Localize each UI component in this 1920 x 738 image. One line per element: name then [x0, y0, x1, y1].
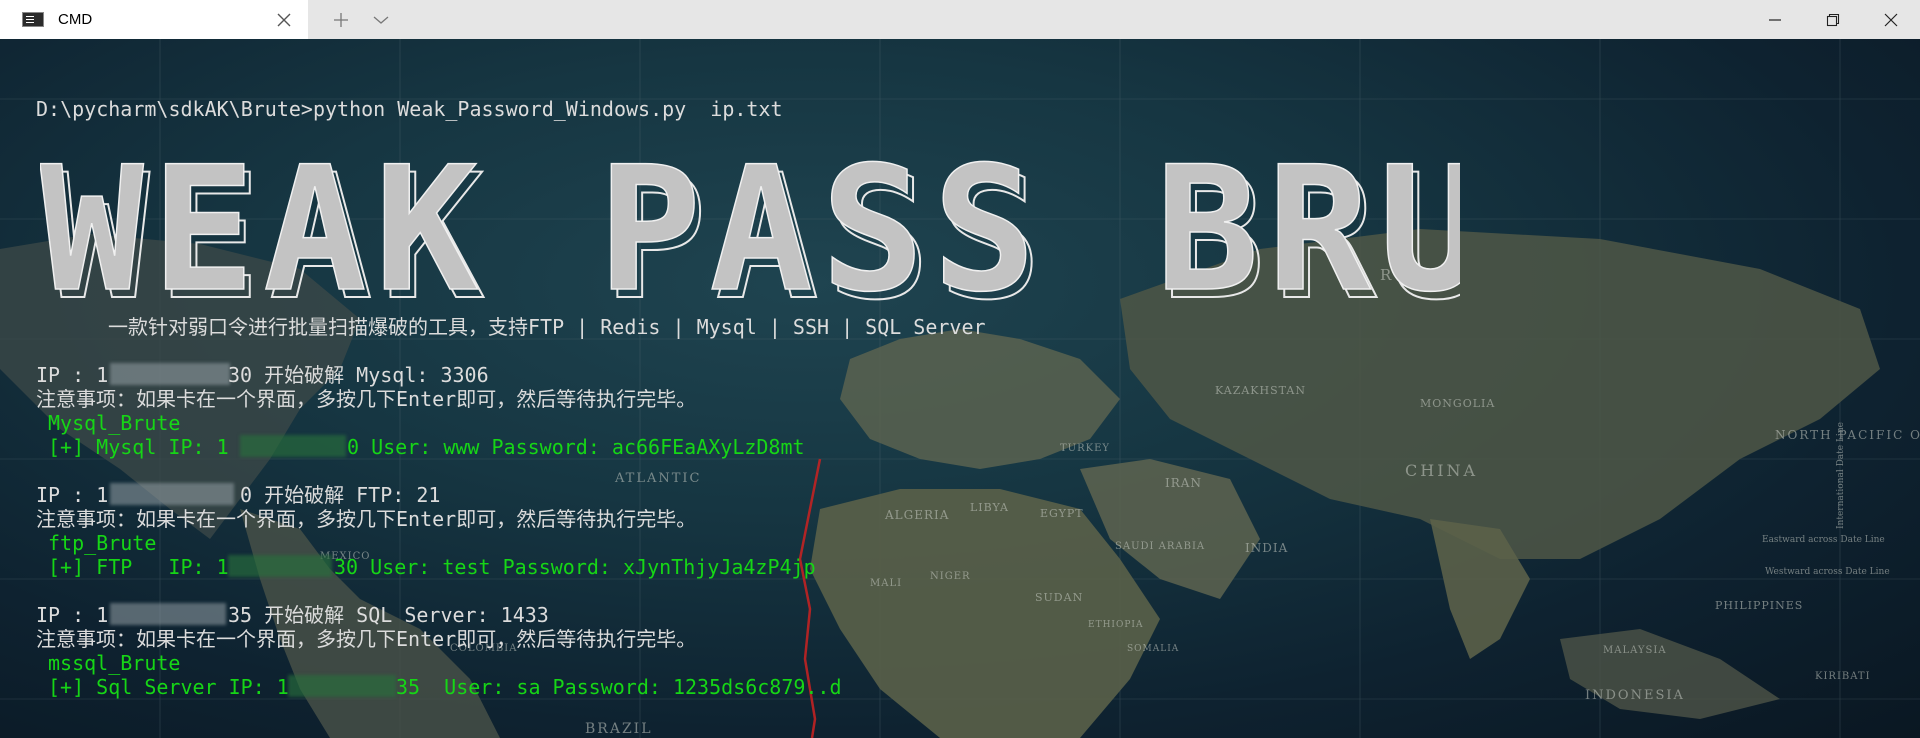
new-tab-button[interactable] [324, 6, 358, 34]
redacted-ip [240, 435, 346, 457]
plus-icon [334, 13, 348, 27]
tab-title: CMD [58, 11, 93, 28]
redacted-ip [110, 603, 226, 625]
title-bar: CMD [0, 0, 1920, 39]
tab-cmd[interactable]: CMD [0, 0, 308, 39]
redacted-ip [288, 675, 396, 697]
ip-line-suffix: 35 开始破解 SQL Server: 1433 [228, 603, 549, 627]
module-line: ftp_Brute [48, 531, 157, 555]
redacted-ip [228, 555, 332, 577]
terminal-output: D:\pycharm\sdkAK\Brute>python Weak_Passw… [0, 39, 1920, 738]
terminal-icon [22, 12, 44, 27]
terminal-body[interactable]: RUSSIA KAZAKHSTAN MONGOLIA CHINA NORTH P… [0, 39, 1920, 738]
tab-dropdown-button[interactable] [364, 6, 398, 34]
maximize-icon [1826, 13, 1840, 26]
result-line-prefix: [+] Mysql IP: 1 [48, 435, 229, 459]
redacted-ip [110, 363, 230, 385]
subtitle-line: 一款针对弱口令进行批量扫描爆破的工具，支持FTP | Redis | Mysql… [108, 315, 986, 339]
command-line: D:\pycharm\sdkAK\Brute>python Weak_Passw… [36, 97, 783, 121]
ip-line-prefix: IP : 1 [36, 483, 109, 507]
ip-line-suffix: 30 开始破解 Mysql: 3306 [228, 363, 489, 387]
chevron-down-icon [373, 16, 389, 24]
ip-line-prefix: IP : 1 [36, 603, 109, 627]
minimize-icon [1769, 18, 1781, 21]
window-controls [1746, 0, 1920, 39]
close-icon [277, 13, 291, 27]
notice-line: 注意事项：如果卡在一个界面，多按几下Enter即可，然后等待执行完毕。 [36, 387, 697, 411]
notice-line: 注意事项：如果卡在一个界面，多按几下Enter即可，然后等待执行完毕。 [36, 627, 697, 651]
maximize-button[interactable] [1804, 0, 1862, 39]
terminal-window: CMD RUSSIA KAZAKHSTAN MONGOLIA CHINA NOR… [0, 0, 1920, 738]
result-line-suffix: 0 User: www Password: ac66FEaAXyLzD8mt [347, 435, 805, 459]
result-line-suffix: 35 User: sa Password: 1235ds6c879..d [396, 675, 842, 699]
ip-line-prefix: IP : 1 [36, 363, 109, 387]
result-line-prefix: [+] Sql Server IP: 1 [48, 675, 289, 699]
close-button[interactable] [1862, 0, 1920, 39]
close-tab-icon[interactable] [274, 10, 294, 30]
minimize-button[interactable] [1746, 0, 1804, 39]
notice-line: 注意事项：如果卡在一个界面，多按几下Enter即可，然后等待执行完毕。 [36, 507, 697, 531]
module-line: Mysql_Brute [48, 411, 181, 435]
redacted-ip [110, 483, 234, 505]
result-line-suffix: 30 User: test Password: xJynThjyJa4zP4jp [334, 555, 816, 579]
result-line-prefix: [+] FTP IP: 1 [48, 555, 229, 579]
module-line: mssql_Brute [48, 651, 181, 675]
close-icon [1884, 13, 1898, 26]
ip-line-suffix: 0 开始破解 FTP: 21 [240, 483, 441, 507]
